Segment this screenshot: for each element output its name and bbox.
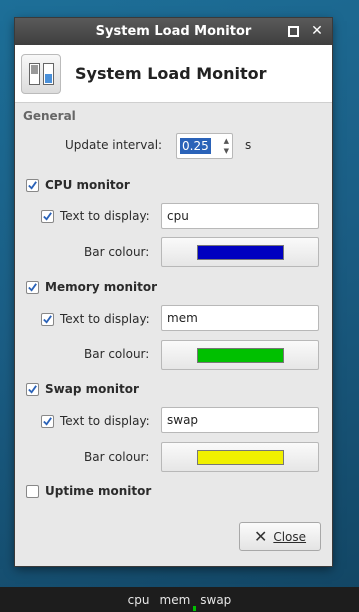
memory-bar-colour-swatch [196, 347, 284, 363]
section-general-title: General [23, 109, 76, 123]
memory-text-input[interactable]: mem [161, 305, 319, 331]
close-button[interactable]: ✕ Close [239, 522, 321, 551]
swap-bar-colour-label: Bar colour: [84, 450, 150, 464]
window-titlebar[interactable]: System Load Monitor ✕ [15, 18, 332, 45]
swap-text-toggle[interactable]: Text to display: [41, 414, 150, 428]
memory-bar-colour-label: Bar colour: [84, 347, 150, 361]
uptime-monitor-toggle[interactable]: Uptime monitor [26, 484, 151, 498]
settings-dialog: System Load Monitor ✕ System Load Monito… [15, 18, 332, 566]
taskbar-panel: cpu mem swap [0, 587, 359, 612]
maximize-icon [287, 25, 299, 37]
cpu-text-label: Text to display: [60, 209, 150, 223]
memory-text-toggle[interactable]: Text to display: [41, 312, 150, 326]
panel-cpu-label: cpu [127, 592, 150, 607]
maximize-button[interactable] [284, 22, 302, 40]
cpu-text-input[interactable]: cpu [161, 203, 319, 229]
cpu-bar-colour-swatch [196, 244, 284, 260]
spin-down-icon[interactable]: ▼ [224, 146, 229, 156]
swap-text-label: Text to display: [60, 414, 150, 428]
swap-text-checkbox[interactable] [41, 414, 54, 428]
update-interval-value[interactable]: 0.25 [180, 138, 211, 154]
panel-mem-monitor[interactable]: mem [155, 587, 196, 612]
memory-text-checkbox[interactable] [41, 312, 54, 326]
window-title: System Load Monitor [95, 24, 252, 39]
update-interval-spinbox[interactable]: 0.25 ▲ ▼ [176, 133, 233, 159]
panel-cpu-monitor[interactable]: cpu [123, 587, 155, 612]
close-icon: ✕ [253, 527, 268, 546]
cpu-bar-colour-label: Bar colour: [84, 245, 150, 259]
cpu-text-checkbox[interactable] [41, 209, 54, 223]
swap-text-input[interactable]: swap [161, 407, 319, 433]
memory-bar-colour-button[interactable] [161, 340, 319, 370]
close-window-button[interactable]: ✕ [308, 22, 326, 40]
cpu-monitor-label: CPU monitor [45, 178, 130, 192]
panel-mem-label: mem [159, 592, 191, 607]
cpu-text-toggle[interactable]: Text to display: [41, 209, 150, 223]
update-interval-row: Update interval: [65, 138, 162, 152]
dialog-header: System Load Monitor [15, 45, 332, 103]
close-icon: ✕ [311, 23, 323, 39]
memory-monitor-checkbox[interactable] [26, 280, 39, 294]
panel-swap-label: swap [200, 592, 232, 607]
swap-bar-colour-button[interactable] [161, 442, 319, 472]
swap-monitor-toggle[interactable]: Swap monitor [26, 382, 139, 396]
memory-text-label: Text to display: [60, 312, 150, 326]
spin-up-icon[interactable]: ▲ [224, 136, 229, 146]
header-title: System Load Monitor [75, 64, 267, 83]
cpu-monitor-checkbox[interactable] [26, 178, 39, 192]
close-button-label: Close [273, 529, 307, 544]
memory-monitor-label: Memory monitor [45, 280, 158, 294]
update-interval-label: Update interval: [65, 138, 163, 152]
swap-bar-colour-swatch [196, 449, 284, 465]
swap-monitor-label: Swap monitor [45, 382, 139, 396]
update-interval-unit: s [245, 138, 252, 152]
swap-monitor-checkbox[interactable] [26, 382, 39, 396]
cpu-bar-colour-button[interactable] [161, 237, 319, 267]
memory-monitor-toggle[interactable]: Memory monitor [26, 280, 157, 294]
uptime-monitor-checkbox[interactable] [26, 484, 39, 498]
cpu-monitor-toggle[interactable]: CPU monitor [26, 178, 130, 192]
system-load-monitor-icon [21, 53, 61, 94]
panel-mem-bar [193, 606, 197, 611]
panel-swap-monitor[interactable]: swap [193, 587, 236, 612]
uptime-monitor-label: Uptime monitor [45, 484, 152, 498]
